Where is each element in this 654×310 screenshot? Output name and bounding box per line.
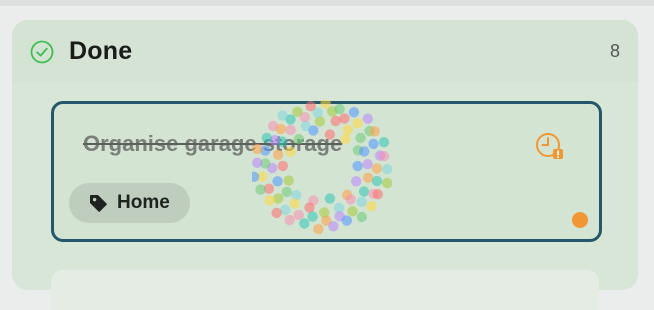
column-title: Done [69,37,133,65]
tag-label: Home [117,192,170,213]
tag-chip-home[interactable]: Home [69,183,190,223]
alarm-clock-alert-icon[interactable] [534,129,566,161]
column-header[interactable]: Done 8 [12,20,638,82]
next-task-card[interactable] [51,270,599,310]
tag-icon [90,195,107,212]
top-divider [0,0,654,6]
priority-dot [572,212,588,228]
done-column: Done 8 Organise garage storage Home [12,20,638,310]
task-card[interactable]: Organise garage storage Home [51,101,602,242]
check-circle-icon [30,40,54,64]
column-count: 8 [609,41,620,61]
task-title: Organise garage storage [83,131,343,156]
